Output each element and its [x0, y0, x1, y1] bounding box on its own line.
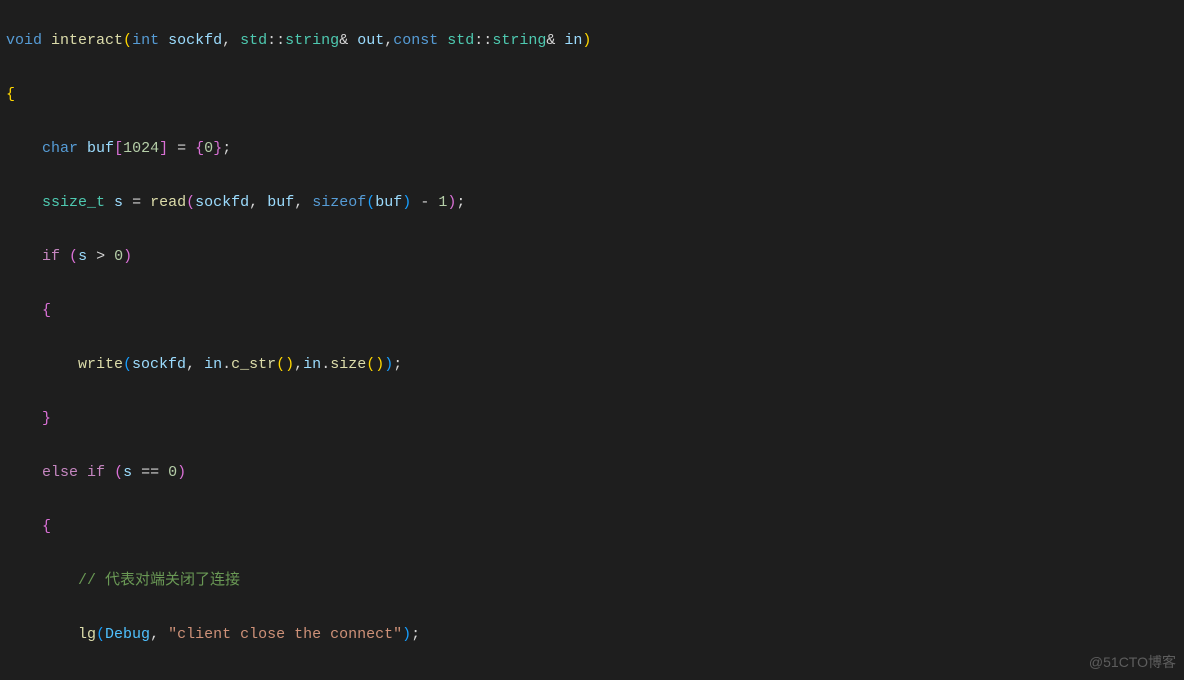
code-line: {	[6, 81, 1178, 108]
code-line: // 代表对端关闭了连接	[6, 567, 1178, 594]
code-line: }	[6, 405, 1178, 432]
code-line: ssize_t s = read(sockfd, buf, sizeof(buf…	[6, 189, 1178, 216]
code-line: else if (s == 0)	[6, 459, 1178, 486]
code-line: {	[6, 513, 1178, 540]
code-line: void interact(int sockfd, std::string& o…	[6, 27, 1178, 54]
code-line: if (s > 0)	[6, 243, 1178, 270]
code-line: write(sockfd, in.c_str(),in.size());	[6, 351, 1178, 378]
watermark-text: @51CTO博客	[1089, 649, 1176, 676]
code-line: {	[6, 297, 1178, 324]
code-editor[interactable]: void interact(int sockfd, std::string& o…	[0, 0, 1184, 680]
code-line: }	[6, 675, 1178, 680]
code-line: lg(Debug, "client close the connect");	[6, 621, 1178, 648]
code-line: char buf[1024] = {0};	[6, 135, 1178, 162]
